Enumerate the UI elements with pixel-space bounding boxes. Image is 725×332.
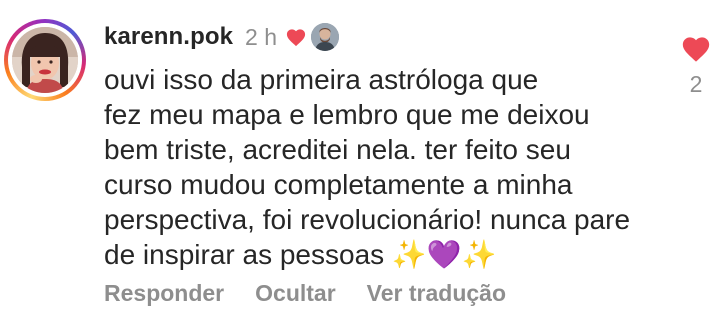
author-avatar — [311, 23, 340, 51]
see-translation-button[interactable]: Ver tradução — [367, 280, 506, 307]
like-count[interactable]: 2 — [690, 71, 703, 98]
hide-button[interactable]: Ocultar — [255, 280, 336, 307]
comment-header: karenn.pok 2 h — [104, 20, 340, 54]
comment-actions: Responder Ocultar Ver tradução — [104, 280, 506, 307]
person-avatar-icon — [311, 23, 340, 51]
comment-text: ouvi isso da primeira astróloga que fez … — [104, 64, 631, 270]
username[interactable]: karenn.pok — [104, 23, 233, 51]
avatar-photo — [12, 27, 78, 93]
avatar-inner-border — [8, 23, 82, 97]
heart-icon[interactable] — [680, 34, 712, 63]
like-control: 2 — [676, 34, 716, 98]
liked-by-author — [285, 23, 340, 51]
avatar[interactable] — [4, 19, 86, 101]
person-photo-icon — [12, 27, 78, 93]
reply-button[interactable]: Responder — [104, 280, 224, 307]
heart-icon — [286, 29, 306, 47]
timestamp: 2 h — [245, 23, 278, 50]
